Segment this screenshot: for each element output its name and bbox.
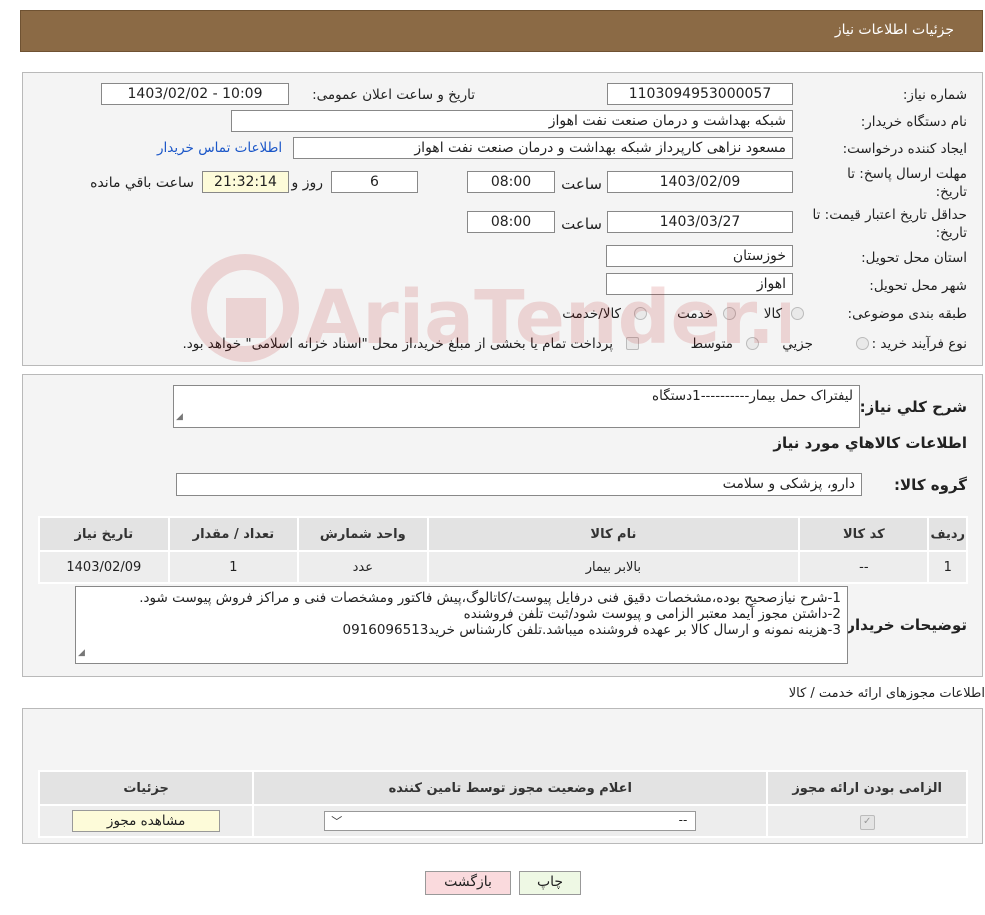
deadline-time-field: 08:00 [467,171,555,193]
deadline-date-field: 1403/02/09 [607,171,793,193]
category-radio-service[interactable] [723,307,736,320]
col-permit-details: جزئیات [37,770,255,806]
purchase-radio-medium[interactable] [746,337,759,350]
buyer-field: شبکه بهداشت و درمان صنعت نفت اهواز [231,110,793,132]
permits-section-title: اطلاعات مجوزهای ارائه خدمت / کالا [788,686,985,701]
resize-grip-icon[interactable]: ◢ [78,645,85,661]
table-row: ✓ ﹀ -- مشاهده مجوز [37,804,968,838]
need-number-label: شماره نیاز: [902,87,967,103]
remaining-time-field: 21:32:14 [202,171,289,193]
category-radio-goods[interactable] [791,307,804,320]
goods-group-field: دارو، پزشکی و سلامت [176,473,862,496]
cell-quantity: 1 [167,550,300,584]
remaining-label: ساعت باقي مانده [90,175,194,191]
validity-time-field: 08:00 [467,211,555,233]
category-label: طبقه بندی موضوعی: [847,306,967,322]
permit-status-value: -- [678,813,688,827]
permit-status-select[interactable]: ﹀ -- [324,811,697,831]
purchase-option-medium: متوسط [690,336,733,352]
summary-label: شرح كلي نياز: [859,398,967,416]
buyer-notes-textarea[interactable]: 1-شرح نیازصحیح بوده،مشخصات دقیق فنی درفا… [75,586,848,664]
col-unit: واحد شمارش [297,516,429,552]
col-permit-required: الزامی بودن ارائه مجوز [766,770,968,806]
summary-textarea[interactable]: لیفتراک حمل بیمار----------1دستگاه ◢ [173,385,860,428]
city-field: اهواز [606,273,793,295]
treasury-note: پرداخت تمام یا بخشی از مبلغ خرید،از محل … [182,336,613,352]
city-label: شهر محل تحویل: [869,278,967,294]
goods-table: رديف کد کالا نام کالا واحد شمارش تعداد /… [38,516,968,584]
category-option-goods: کالا [763,306,782,322]
view-permit-button[interactable]: مشاهده مجوز [72,810,221,832]
print-button[interactable]: چاپ [519,871,581,895]
col-goods-code: کد کالا [798,516,930,552]
cell-goods-name: بالابر بیمار [426,550,801,584]
col-permit-status: اعلام وضعیت مجوز توسط تامین کننده [252,770,769,806]
days-label: روز و [291,175,324,191]
validity-time-label: ساعت [561,215,602,233]
permit-required-checkbox: ✓ [859,814,875,830]
treasury-checkbox[interactable] [626,337,639,350]
permits-table-header: الزامی بودن ارائه مجوز اعلام وضعیت مجوز … [37,770,968,806]
resize-grip-icon[interactable]: ◢ [176,409,183,425]
buyer-label: نام دستگاه خریدار: [860,114,967,130]
creator-field: مسعود نزاهی کارپرداز شبکه بهداشت و درمان… [293,137,793,159]
creator-label: ایجاد کننده درخواست: [842,141,967,157]
announce-label: تاریخ و ساعت اعلان عمومی: [312,87,475,103]
goods-info-title: اطلاعات کالاهاي مورد نياز [773,434,967,452]
cell-goods-code: -- [798,550,930,584]
goods-table-header: رديف کد کالا نام کالا واحد شمارش تعداد /… [38,516,968,552]
cell-row-number: 1 [927,550,968,584]
validity-label: حداقل تاريخ اعتبار قيمت: تا تاریخ: [812,207,967,241]
province-label: استان محل تحویل: [861,250,967,266]
page-header: جزئیات اطلاعات نیاز [20,10,983,52]
chevron-down-icon: ﹀ [331,815,343,828]
cell-need-date: 1403/02/09 [38,550,170,584]
category-option-goods-service: کالا/خدمت [562,306,621,322]
cell-permit-status: ﹀ -- [252,804,769,838]
table-row: 1 -- بالابر بیمار عدد 1 1403/02/09 [38,550,968,584]
col-quantity: تعداد / مقدار [167,516,300,552]
purchase-radio-minor[interactable] [856,337,869,350]
purchase-type-label: نوع فرآیند خرید : [871,336,967,352]
back-button[interactable]: بازگشت [425,871,511,895]
buyer-notes-line-1: 1-شرح نیازصحیح بوده،مشخصات دقیق فنی درفا… [139,590,841,606]
category-option-service: خدمت [677,306,713,322]
permits-table: الزامی بودن ارائه مجوز اعلام وضعیت مجوز … [37,770,968,838]
col-row-number: رديف [927,516,968,552]
deadline-time-label: ساعت [561,175,602,193]
buyer-notes-line-3: 3-هزینه نمونه و ارسال کالا بر عهده فروشن… [342,622,841,638]
col-goods-name: نام کالا [426,516,801,552]
cell-permit-required: ✓ [766,804,968,838]
buyer-contact-link[interactable]: اطلاعات تماس خریدار [157,140,282,156]
days-field: 6 [331,171,418,193]
cell-permit-details: مشاهده مجوز [37,804,255,838]
page-title: جزئیات اطلاعات نیاز [834,22,954,38]
buyer-notes-line-2: 2-داشتن مجوز آیمد معتبر الزامی و پیوست ش… [463,606,841,622]
goods-group-label: گروه کالا: [894,476,967,494]
announce-field: 1403/02/02 - 10:09 [101,83,289,105]
category-radio-goods-service[interactable] [634,307,647,320]
province-field: خوزستان [606,245,793,267]
need-number-field: 1103094953000057 [607,83,793,105]
deadline-label: مهلت ارسال پاسخ: تا تاریخ: [847,166,967,200]
cell-unit: عدد [297,550,429,584]
validity-date-field: 1403/03/27 [607,211,793,233]
col-need-date: تاریخ نیاز [38,516,170,552]
buyer-notes-label: توضیحات خریدار: [840,616,967,634]
summary-text: لیفتراک حمل بیمار----------1دستگاه [652,388,853,404]
purchase-option-minor: جزیي [782,336,813,352]
